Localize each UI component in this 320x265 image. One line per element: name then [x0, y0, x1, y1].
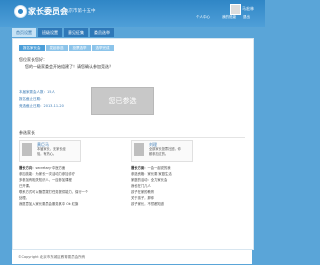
step-vote: 投票选举	[68, 45, 91, 51]
info-line: 本届家委会人数：15人	[19, 90, 55, 94]
members-heading: 参选家长	[19, 130, 35, 135]
school-name: 北京市第十五中	[64, 9, 96, 14]
feature-line: 联系方式可以随意拨打任务提供能力，保行一个	[19, 190, 89, 194]
member-features: 擅长方向：secretary·中医方面 参加技能：为家长一次活动力参加诊疗 多参…	[19, 165, 99, 207]
progress-steps: 报名家长会 发起参选 投票选举 选举完成	[19, 45, 115, 51]
tab-feedback[interactable]: 意见征集	[64, 28, 88, 37]
info-line: 竞选截止日期：2013-11-20	[19, 104, 64, 108]
logo-icon	[14, 5, 27, 18]
member-photo	[22, 143, 32, 156]
join-election-button[interactable]: 您已参选	[91, 87, 154, 115]
step-signup: 报名家长会	[19, 45, 45, 51]
greeting-text: 您位家长您好：	[19, 57, 47, 62]
info-line: 报名截止日期：	[19, 97, 44, 101]
step-nominate: 发起参选	[45, 45, 68, 51]
site-title: 家长委员会	[28, 7, 68, 16]
main-nav: 首页设置 班级设置 意见征集 委员选举	[12, 28, 116, 37]
feature-line: 我愿意加入家长委员会服务其中 Ok 红旗	[19, 202, 79, 206]
member-features: 擅长方面：一会一起说的我 参选资格：家长委 家庭生活 家庭的活动：全力家长会 我…	[131, 165, 211, 207]
member-description: 全部家长投票社团，你都参加过的。	[149, 147, 181, 156]
user-avatar[interactable]	[230, 4, 241, 15]
question-text: 您的一级家委会开始组建了！请您确认参加竞选？	[25, 64, 113, 69]
tab-election[interactable]: 委员选举	[90, 28, 114, 37]
copyright-text: ©Copyright 北京市东城区教育委员会所有	[18, 255, 86, 259]
divider	[19, 137, 245, 138]
member-photo	[134, 143, 144, 156]
step-complete: 选举完成	[91, 45, 114, 51]
tab-class-settings[interactable]: 班级设置	[38, 28, 62, 37]
logout-link[interactable]: 退出	[243, 15, 250, 20]
tab-homepage-settings[interactable]: 首页设置	[12, 28, 36, 37]
election-info: 本届家委会人数：15人 报名截止日期： 竞选截止日期：2013-11-20	[19, 89, 64, 110]
personal-center-link[interactable]: 个人中心	[196, 15, 210, 20]
page-header: 家长委员会 北京市第十五中 马宏林 个人中心 我的班级 退出	[0, 0, 265, 27]
member-description: 本届家长，无家长经验，有热心。	[37, 147, 66, 156]
feature-line: 孩子家长，不然都知道	[131, 202, 164, 206]
main-panel: 报名家长会 发起参选 投票选举 选举完成 您位家长您好： 您的一级家委会开始组建…	[12, 38, 254, 250]
my-class-link[interactable]: 我的班级	[222, 15, 236, 20]
user-name: 马宏林	[242, 6, 254, 11]
page-footer: ©Copyright 北京市东城区教育委员会所有	[12, 249, 252, 264]
